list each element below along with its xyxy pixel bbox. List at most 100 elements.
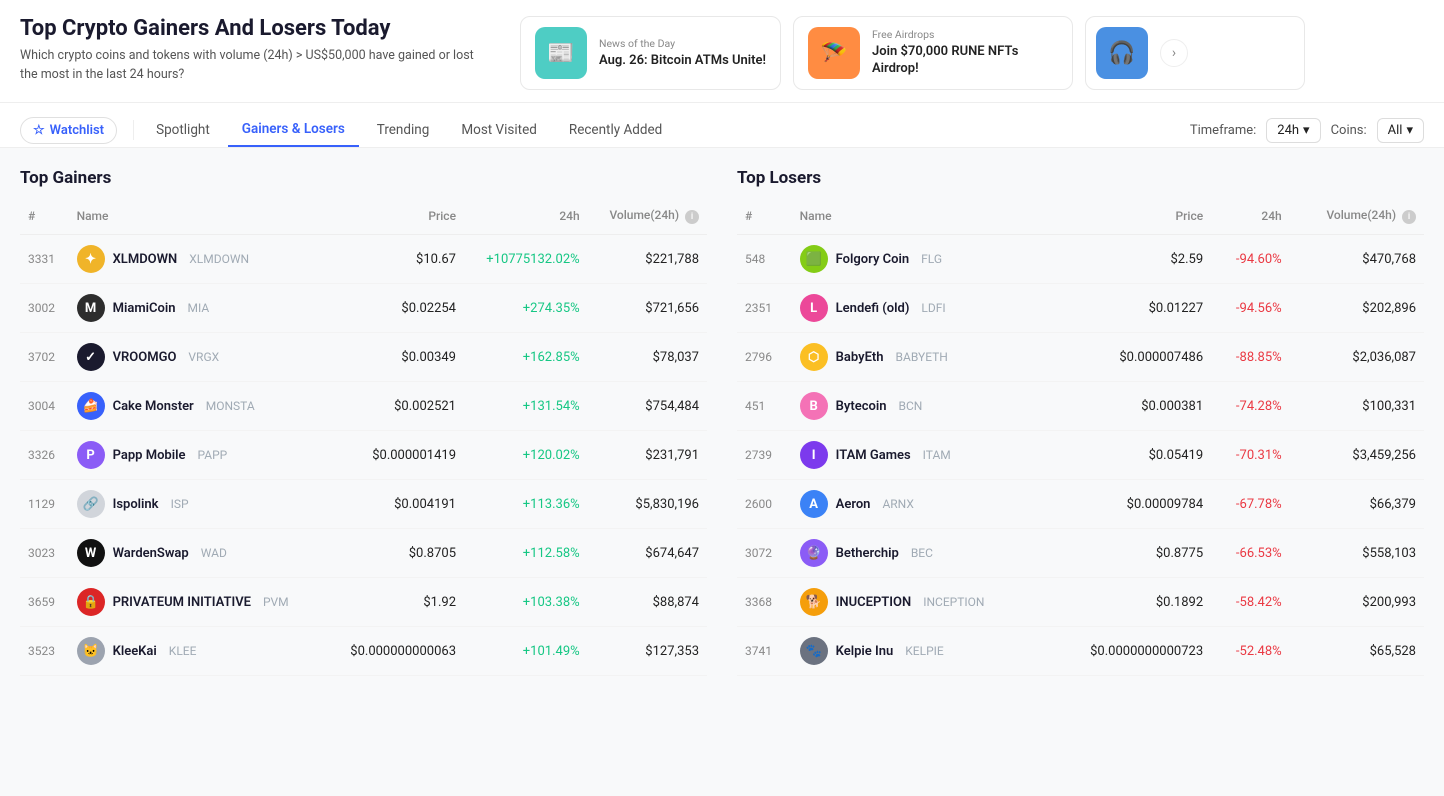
- loser-volume-7: $200,993: [1290, 578, 1424, 627]
- losers-table: # Name Price 24h Volume(24h) i 548 🟩 Fol…: [737, 202, 1424, 676]
- gainer-rank-1: 3002: [20, 284, 69, 333]
- timeframe-chevron-icon: ▾: [1303, 123, 1310, 138]
- gainer-symbol-5: ISP: [171, 497, 189, 511]
- losers-volume-info-icon[interactable]: i: [1402, 210, 1416, 224]
- losers-col-price: Price: [1047, 202, 1211, 235]
- loser-volume-3: $100,331: [1290, 382, 1424, 431]
- timeframe-dropdown[interactable]: 24h ▾: [1266, 118, 1320, 143]
- gainers-title: Top Gainers: [20, 168, 707, 188]
- gainer-rank-5: 1129: [20, 480, 69, 529]
- tab-gainers-losers[interactable]: Gainers & Losers: [228, 113, 359, 147]
- loser-volume-8: $65,528: [1290, 627, 1424, 676]
- news-card-content-0: News of the Day Aug. 26: Bitcoin ATMs Un…: [599, 37, 766, 70]
- gainer-name-cell-6: W WardenSwap WAD: [69, 529, 327, 578]
- losers-col-volume: Volume(24h) i: [1290, 202, 1424, 235]
- news-card-icon-1: 🪂: [808, 27, 860, 79]
- gainer-volume-5: $5,830,196: [588, 480, 707, 529]
- chevron-right-icon[interactable]: ›: [1160, 39, 1188, 67]
- news-card-0[interactable]: 📰 News of the Day Aug. 26: Bitcoin ATMs …: [520, 16, 781, 90]
- loser-price-1: $0.01227: [1047, 284, 1211, 333]
- tab-recently-added[interactable]: Recently Added: [555, 114, 676, 146]
- loser-name-cell-8: 🐾 Kelpie Inu KELPIE: [792, 627, 1047, 676]
- gainer-volume-4: $231,791: [588, 431, 707, 480]
- loser-icon-7: 🐕: [800, 588, 828, 616]
- gainer-change-8: +101.49%: [464, 627, 588, 676]
- loser-icon-0: 🟩: [800, 245, 828, 273]
- star-icon: ☆: [33, 123, 45, 138]
- losers-row[interactable]: 2796 ⬡ BabyEth BABYETH $0.000007486 -88.…: [737, 333, 1424, 382]
- gainer-price-4: $0.000001419: [326, 431, 464, 480]
- gainer-price-8: $0.000000000063: [326, 627, 464, 676]
- gainers-row[interactable]: 3659 🔒 PRIVATEUM INITIATIVE PVM $1.92 +1…: [20, 578, 707, 627]
- losers-row[interactable]: 2600 A Aeron ARNX $0.00009784 -67.78% $6…: [737, 480, 1424, 529]
- losers-row[interactable]: 548 🟩 Folgory Coin FLG $2.59 -94.60% $47…: [737, 235, 1424, 284]
- gainers-row[interactable]: 3002 M MiamiCoin MIA $0.02254 +274.35% $…: [20, 284, 707, 333]
- page-title: Top Crypto Gainers And Losers Today: [20, 16, 480, 41]
- gainers-row[interactable]: 3523 🐱 KleeKai KLEE $0.000000000063 +101…: [20, 627, 707, 676]
- loser-change-4: -70.31%: [1211, 431, 1290, 480]
- page-subtitle: Which crypto coins and tokens with volum…: [20, 47, 480, 85]
- gainer-symbol-0: XLMDOWN: [189, 252, 249, 266]
- loser-name-5: Aeron: [836, 497, 871, 512]
- loser-name-1: Lendefi (old): [836, 301, 910, 316]
- gainer-rank-7: 3659: [20, 578, 69, 627]
- losers-row[interactable]: 3368 🐕 INUCEPTION INCEPTION $0.1892 -58.…: [737, 578, 1424, 627]
- gainer-rank-0: 3331: [20, 235, 69, 284]
- loser-rank-3: 451: [737, 382, 792, 431]
- gainers-row[interactable]: 3702 ✓ VROOMGO VRGX $0.00349 +162.85% $7…: [20, 333, 707, 382]
- timeframe-label: Timeframe:: [1190, 123, 1256, 138]
- gainer-change-7: +103.38%: [464, 578, 588, 627]
- top-section: Top Crypto Gainers And Losers Today Whic…: [0, 0, 1444, 103]
- gainer-volume-2: $78,037: [588, 333, 707, 382]
- loser-icon-5: A: [800, 490, 828, 518]
- tab-watchlist[interactable]: ☆ Watchlist: [20, 117, 117, 144]
- losers-col-rank: #: [737, 202, 792, 235]
- tab-most-visited[interactable]: Most Visited: [447, 114, 551, 146]
- gainers-row[interactable]: 3326 P Papp Mobile PAPP $0.000001419 +12…: [20, 431, 707, 480]
- coins-dropdown[interactable]: All ▾: [1377, 118, 1424, 143]
- gainers-volume-info-icon[interactable]: i: [685, 210, 699, 224]
- coins-chevron-icon: ▾: [1406, 123, 1413, 138]
- losers-row[interactable]: 2351 L Lendefi (old) LDFI $0.01227 -94.5…: [737, 284, 1424, 333]
- losers-row[interactable]: 3741 🐾 Kelpie Inu KELPIE $0.000000000072…: [737, 627, 1424, 676]
- gainer-rank-6: 3023: [20, 529, 69, 578]
- loser-price-2: $0.000007486: [1047, 333, 1211, 382]
- loser-volume-4: $3,459,256: [1290, 431, 1424, 480]
- loser-volume-2: $2,036,087: [1290, 333, 1424, 382]
- gainer-symbol-3: MONSTA: [206, 399, 255, 413]
- gainers-row[interactable]: 3023 W WardenSwap WAD $0.8705 +112.58% $…: [20, 529, 707, 578]
- loser-name-cell-3: B Bytecoin BCN: [792, 382, 1047, 431]
- tab-spotlight[interactable]: Spotlight: [142, 114, 224, 146]
- gainer-symbol-6: WAD: [201, 546, 227, 560]
- gainer-icon-5: 🔗: [77, 490, 105, 518]
- loser-symbol-2: BABYETH: [896, 350, 948, 364]
- news-cards: 📰 News of the Day Aug. 26: Bitcoin ATMs …: [520, 16, 1424, 90]
- losers-row[interactable]: 451 B Bytecoin BCN $0.000381 -74.28% $10…: [737, 382, 1424, 431]
- header-row: Top Crypto Gainers And Losers Today Whic…: [20, 16, 1424, 90]
- gainer-symbol-2: VRGX: [188, 350, 219, 364]
- loser-rank-4: 2739: [737, 431, 792, 480]
- loser-price-7: $0.1892: [1047, 578, 1211, 627]
- losers-row[interactable]: 3072 🔮 Betherchip BEC $0.8775 -66.53% $5…: [737, 529, 1424, 578]
- news-card-2[interactable]: 🎧 ›: [1085, 16, 1305, 90]
- gainers-row[interactable]: 1129 🔗 Ispolink ISP $0.004191 +113.36% $…: [20, 480, 707, 529]
- news-card-1[interactable]: 🪂 Free Airdrops Join $70,000 RUNE NFTs A…: [793, 16, 1073, 90]
- loser-name-3: Bytecoin: [836, 399, 887, 414]
- gainer-name-8: KleeKai: [113, 644, 157, 659]
- gainer-name-4: Papp Mobile: [113, 448, 186, 463]
- gainers-row[interactable]: 3331 ✦ XLMDOWN XLMDOWN $10.67 +10775132.…: [20, 235, 707, 284]
- gainers-row[interactable]: 3004 🍰 Cake Monster MONSTA $0.002521 +13…: [20, 382, 707, 431]
- loser-icon-4: I: [800, 441, 828, 469]
- gainers-col-volume: Volume(24h) i: [588, 202, 707, 235]
- gainers-col-name: Name: [69, 202, 327, 235]
- tab-trending[interactable]: Trending: [363, 114, 444, 146]
- loser-symbol-0: FLG: [921, 252, 942, 266]
- trending-label: Trending: [377, 122, 430, 138]
- gainer-symbol-8: KLEE: [169, 644, 197, 658]
- loser-icon-2: ⬡: [800, 343, 828, 371]
- gainer-name-5: Ispolink: [113, 497, 159, 512]
- gainer-icon-3: 🍰: [77, 392, 105, 420]
- losers-row[interactable]: 2739 I ITAM Games ITAM $0.05419 -70.31% …: [737, 431, 1424, 480]
- gainer-name-1: MiamiCoin: [113, 301, 176, 316]
- loser-name-7: INUCEPTION: [836, 595, 912, 610]
